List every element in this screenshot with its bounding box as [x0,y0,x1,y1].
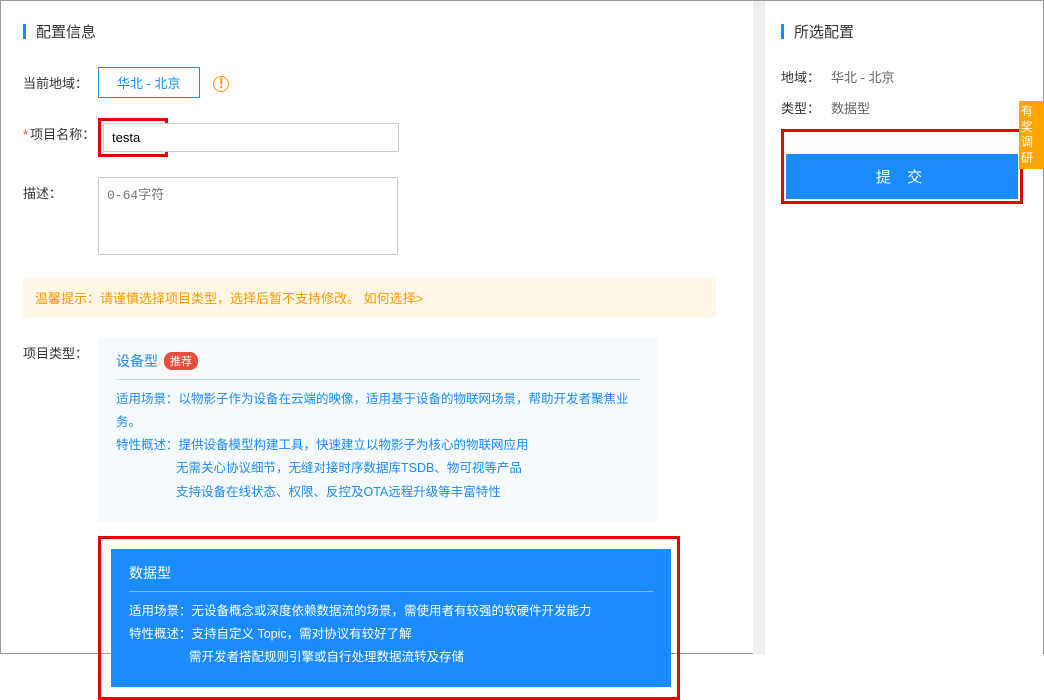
submit-highlight-box: 提 交 [781,129,1023,204]
data-line-3: 需开发者搭配规则引擎或自行处理数据流转及存储 [129,646,653,669]
side-section-title: 所选配置 [781,21,1023,42]
type-card-data[interactable]: 数据型 适用场景：无设备概念或深度依赖数据流的场景，需使用者有较强的软硬件开发能… [111,549,671,687]
row-name: *项目名称： [23,118,716,157]
data-card-highlight-box: 数据型 适用场景：无设备概念或深度依赖数据流的场景，需使用者有较强的软硬件开发能… [98,536,680,700]
data-line-1: 适用场景：无设备概念或深度依赖数据流的场景，需使用者有较强的软硬件开发能力 [129,600,653,623]
data-line-2: 特性概述：支持自定义 Topic，需对协议有较好了解 [129,623,653,646]
desc-label: 描述： [23,177,98,202]
description-textarea[interactable] [98,177,398,255]
side-region-k: 地域： [781,67,831,86]
row-region: 当前地域： 华北 - 北京 ! [23,67,716,98]
project-name-input[interactable] [103,123,163,152]
device-line-4: 支持设备在线状态、权限、反控及OTA远程升级等丰富特性 [116,481,640,504]
name-label: *项目名称： [23,118,98,143]
side-type-v: 数据型 [831,98,870,117]
required-star: * [23,127,28,142]
main-panel: 配置信息 当前地域： 华北 - 北京 ! *项目名称： 描述： [1,1,736,655]
side-title-accent [781,24,784,39]
side-region-row: 地域： 华北 - 北京 [781,67,1023,86]
side-type-row: 类型： 数据型 [781,98,1023,117]
tip-link[interactable]: 如何选择> [364,291,424,306]
data-card-title: 数据型 [129,563,653,592]
side-region-v: 华北 - 北京 [831,67,895,86]
type-card-device[interactable]: 设备型 推荐 适用场景：以物影子作为设备在云端的映像，适用基于设备的物联网场景，… [98,337,658,522]
row-type: 项目类型： 设备型 推荐 适用场景：以物影子作为设备在云端的映像，适用基于设备的… [23,337,716,700]
type-label: 项目类型： [23,337,98,362]
warning-icon[interactable]: ! [213,76,229,92]
recommend-badge: 推荐 [164,352,198,370]
section-title-config: 配置信息 [23,21,716,42]
submit-button[interactable]: 提 交 [786,154,1018,199]
region-label: 当前地域： [23,67,98,92]
row-desc: 描述： [23,177,716,258]
device-line-3: 无需关心协议细节，无缝对接时序数据库TSDB、物可视等产品 [116,457,640,480]
tip-text: 温馨提示：请谨慎选择项目类型，选择后暂不支持修改。 [35,291,360,306]
device-line-2: 特性概述：提供设备模型构建工具，快速建立以物影子为核心的物联网应用 [116,434,640,457]
side-type-k: 类型： [781,98,831,117]
device-line-1: 适用场景：以物影子作为设备在云端的映像，适用基于设备的物联网场景，帮助开发者聚焦… [116,388,640,434]
region-selector[interactable]: 华北 - 北京 [98,67,200,98]
tip-bar: 温馨提示：请谨慎选择项目类型，选择后暂不支持修改。 如何选择> [23,278,716,317]
device-card-title: 设备型 推荐 [116,351,640,380]
section-title-text: 配置信息 [36,21,96,42]
side-panel: 所选配置 地域： 华北 - 北京 类型： 数据型 提 交 [753,1,1043,655]
title-accent-bar [23,24,26,39]
survey-sticker[interactable]: 有奖调研 [1019,101,1044,169]
name-highlight-box [98,118,168,157]
project-name-input-rest[interactable] [164,123,399,152]
